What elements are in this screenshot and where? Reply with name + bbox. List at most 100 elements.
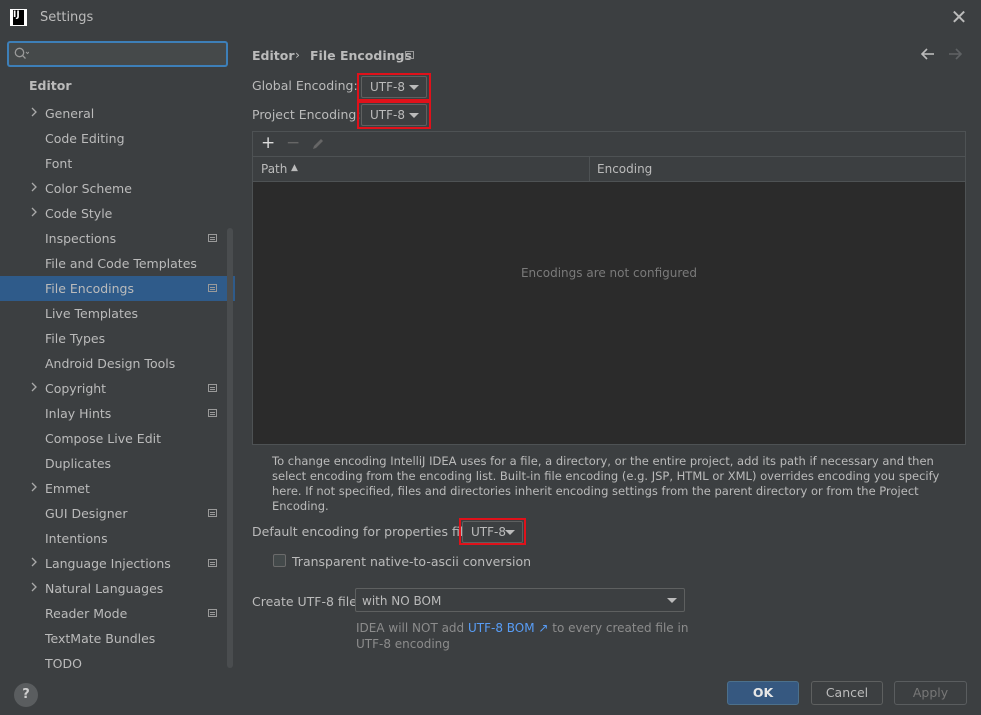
project-scope-icon [208,559,217,567]
sidebar-item-duplicates[interactable]: Duplicates [0,451,228,476]
project-encoding-label: Project Encoding: [252,107,361,122]
bom-note-text: IDEA will NOT add [356,621,468,635]
chevron-right-icon[interactable] [29,206,39,218]
breadcrumb-parent[interactable]: Editor [252,48,295,63]
sidebar-item-label: File Types [45,331,106,346]
breadcrumb-separator: › [295,47,300,62]
table-toolbar: + − [253,132,965,157]
sidebar-item-label: Reader Mode [45,606,128,621]
sidebar-item-android-design-tools[interactable]: Android Design Tools [0,351,228,376]
edit-icon[interactable] [311,137,325,151]
utf8-bom-link[interactable]: UTF-8 BOM [468,621,535,635]
table-body[interactable]: Encodings are not configured [253,182,965,444]
sidebar-item-label: Android Design Tools [45,356,176,371]
cancel-button[interactable]: Cancel [811,681,883,705]
sidebar-item-textmate-bundles[interactable]: TextMate Bundles [0,626,228,651]
ok-button[interactable]: OK [727,681,799,705]
sidebar-item-label: Code Editing [45,131,125,146]
sidebar-item-compose-live-edit[interactable]: Compose Live Edit [0,426,228,451]
sidebar-item-label: TextMate Bundles [45,631,156,646]
properties-encoding-value: UTF-8 [471,525,506,539]
sidebar-item-color-scheme[interactable]: Color Scheme [0,176,228,201]
sidebar-item-intentions[interactable]: Intentions [0,526,228,551]
project-scope-icon [208,609,217,617]
column-path[interactable]: Path [261,162,287,176]
project-scope-icon [208,284,217,292]
search-icon [14,47,29,59]
app-logo-icon: IJ [10,9,27,26]
sidebar-item-label: Intentions [45,531,108,546]
sidebar-item-copyright[interactable]: Copyright [0,376,228,401]
sidebar-item-code-editing[interactable]: Code Editing [0,126,228,151]
forward-arrow-icon[interactable] [947,47,963,61]
remove-icon[interactable]: − [286,133,300,153]
global-encoding-value: UTF-8 [370,80,405,94]
sidebar-item-label: Color Scheme [45,181,132,196]
close-icon[interactable]: ✕ [947,6,971,30]
search-input[interactable] [8,42,227,66]
native-to-ascii-checkbox[interactable] [273,554,286,567]
sidebar-item-label: Code Style [45,206,113,221]
chevron-right-icon[interactable] [29,106,39,118]
window-title: Settings [40,10,94,25]
project-scope-icon [208,409,217,417]
page-title: File Encodings [310,48,412,63]
sidebar-item-code-style[interactable]: Code Style [0,201,228,226]
help-button[interactable]: ? [14,683,38,707]
sidebar-item-label: File and Code Templates [45,256,197,271]
add-icon[interactable]: + [261,133,275,153]
project-encoding-value: UTF-8 [370,108,405,122]
create-utf8-select[interactable]: with NO BOM [355,588,685,612]
sidebar-item-label: TODO [45,656,82,668]
chevron-right-icon[interactable] [29,581,39,593]
create-utf8-value: with NO BOM [362,594,442,608]
chevron-right-icon[interactable] [29,181,39,193]
empty-state-text: Encodings are not configured [520,266,698,280]
sidebar-item-general[interactable]: General [0,101,228,126]
sidebar-item-emmet[interactable]: Emmet [0,476,228,501]
sidebar-item-todo[interactable]: TODO [0,651,228,668]
project-scope-icon [208,234,217,242]
project-scope-icon [405,51,414,59]
encodings-table: + − Path ▲ Encoding Encodings are not co… [252,131,966,445]
chevron-right-icon[interactable] [29,556,39,568]
sidebar-item-label: Compose Live Edit [45,431,162,446]
settings-sidebar: Editor General Code Editing Font Color Sche… [0,36,235,668]
column-divider[interactable] [589,157,590,181]
properties-encoding-label: Default encoding for properties files: [252,524,482,539]
sidebar-item-inlay-hints[interactable]: Inlay Hints [0,401,228,426]
sidebar-item-file-and-code-templates[interactable]: File and Code Templates [0,251,228,276]
column-encoding[interactable]: Encoding [597,162,652,176]
sidebar-section-editor[interactable]: Editor [29,78,72,93]
bom-note: IDEA will NOT add UTF-8 BOM ↗ to every c… [356,620,716,652]
sidebar-item-natural-languages[interactable]: Natural Languages [0,576,228,601]
sort-ascending-icon: ▲ [291,163,298,173]
sidebar-item-label: Inspections [45,231,117,246]
properties-encoding-select[interactable]: UTF-8 [462,521,523,543]
back-arrow-icon[interactable] [920,47,936,61]
sidebar-item-file-encodings[interactable]: File Encodings [0,276,235,301]
project-encoding-select[interactable]: UTF-8 [361,104,427,126]
sidebar-item-file-types[interactable]: File Types [0,326,228,351]
sidebar-item-gui-designer[interactable]: GUI Designer [0,501,228,526]
table-header: Path ▲ Encoding [253,157,965,182]
apply-button[interactable]: Apply [894,681,967,705]
title-bar: IJ Settings ✕ [0,0,981,36]
sidebar-scrollbar[interactable] [227,228,233,668]
sidebar-item-label: Duplicates [45,456,112,471]
native-to-ascii-label[interactable]: Transparent native-to-ascii conversion [292,554,531,569]
sidebar-item-reader-mode[interactable]: Reader Mode [0,601,228,626]
sidebar-item-live-templates[interactable]: Live Templates [0,301,228,326]
sidebar-item-label: Natural Languages [45,581,164,596]
chevron-right-icon[interactable] [29,381,39,393]
global-encoding-select[interactable]: UTF-8 [361,76,427,98]
chevron-down-icon [409,85,419,90]
chevron-right-icon[interactable] [29,481,39,493]
sidebar-item-inspections[interactable]: Inspections [0,226,228,251]
sidebar-item-font[interactable]: Font [0,151,228,176]
external-link-icon: ↗ [534,621,549,635]
sidebar-item-label: Copyright [45,381,107,396]
sidebar-item-language-injections[interactable]: Language Injections [0,551,228,576]
sidebar-item-label: Font [45,156,73,171]
project-scope-icon [208,384,217,392]
